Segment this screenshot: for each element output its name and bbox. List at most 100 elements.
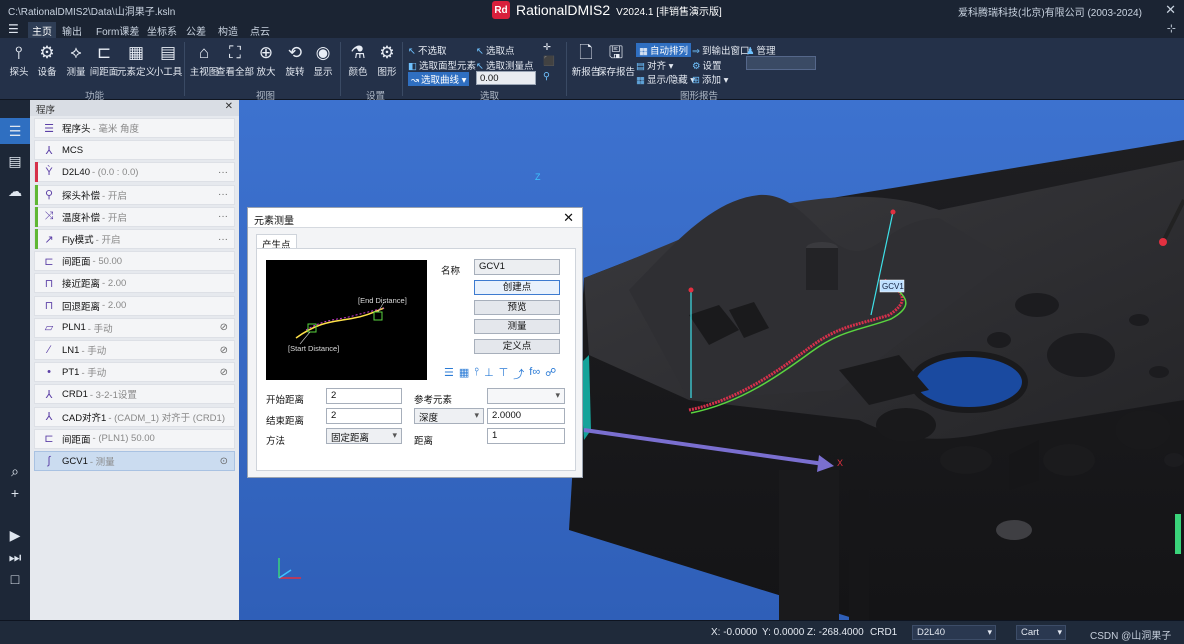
- program-item-icon: ⚲: [44, 189, 54, 202]
- program-item-icon: ⊓: [44, 300, 54, 313]
- program-item[interactable]: ⅄ CAD对齐1- (CADM_1) 对齐于 (CRD1): [34, 406, 235, 427]
- tab-coord[interactable]: 坐标系: [143, 22, 181, 39]
- tools-button[interactable]: ▤ 小工具: [154, 42, 183, 78]
- manage-item[interactable]: ♟ 管理: [746, 43, 776, 57]
- fit-all-icon: ⛶: [229, 43, 241, 62]
- report-settings-item[interactable]: ⚙ 设置: [692, 58, 722, 72]
- program-item-more-icon[interactable]: ⊘: [220, 345, 228, 356]
- sample-icon[interactable]: ☍: [545, 366, 556, 382]
- program-item-desc: - 50.00: [92, 255, 123, 267]
- close-icon[interactable]: ✕: [225, 101, 233, 112]
- clearance-plane-button[interactable]: ⊏ 间距面: [90, 42, 119, 78]
- program-item-more-icon[interactable]: ⊘: [220, 367, 228, 378]
- program-item[interactable]: ↗ Fly模式 - 开启 ···: [34, 229, 235, 249]
- show-hide-item[interactable]: ▦ 显示/隐藏 ▾: [636, 72, 695, 86]
- select-surface-item[interactable]: ◧ 选取面型元素: [408, 58, 476, 72]
- home-view-button[interactable]: ⌂ 主视图: [190, 42, 219, 78]
- tab-home[interactable]: 主页: [28, 22, 56, 39]
- reference-select[interactable]: [487, 388, 565, 404]
- program-item-desc: - (CADM_1) 对齐于 (CRD1): [108, 412, 225, 424]
- depth-field[interactable]: 2.0000: [487, 408, 565, 424]
- auto-arrange-item[interactable]: ▦ 自动排列: [636, 43, 691, 57]
- save-report-button[interactable]: 🖫 保存报告: [597, 42, 635, 78]
- program-item[interactable]: ∫ GCV1- 测量 ⊙: [34, 451, 235, 471]
- probe-select[interactable]: D2L40: [912, 625, 996, 640]
- program-item-more-icon[interactable]: ⊙: [220, 456, 228, 467]
- depth-select[interactable]: 深度: [414, 408, 484, 424]
- distance-field[interactable]: 1: [487, 428, 565, 444]
- program-item[interactable]: • PT1- 手动 ⊘: [34, 362, 235, 383]
- end-distance-field[interactable]: 2: [326, 408, 402, 424]
- select-curve-item[interactable]: ↝ 选取曲线 ▾: [408, 72, 470, 86]
- add-item[interactable]: ⊞ 添加 ▾: [692, 72, 728, 86]
- approach-icon[interactable]: ⊤: [499, 366, 509, 382]
- program-item-more-icon[interactable]: ⊘: [220, 322, 228, 333]
- coord-system-select[interactable]: Cart: [1016, 625, 1066, 640]
- program-item[interactable]: ☰ 程序头 - 毫米 角度: [34, 118, 235, 138]
- program-item-more-icon[interactable]: ···: [218, 189, 228, 200]
- window-close-icon[interactable]: ✕: [1165, 2, 1176, 18]
- filter-icon[interactable]: ⚲: [543, 71, 550, 82]
- snap-icon[interactable]: ✛: [543, 42, 551, 53]
- measure-button[interactable]: 测量: [474, 319, 560, 334]
- tab-form[interactable]: Form课差: [92, 22, 143, 39]
- probe-icon[interactable]: ⫯: [474, 366, 479, 382]
- name-label: 名称: [441, 266, 461, 277]
- stop-icon[interactable]: □: [0, 566, 30, 592]
- report-dropdown[interactable]: [746, 56, 816, 70]
- program-item[interactable]: ▱ PLN1- 手动 ⊘: [34, 317, 235, 338]
- program-item[interactable]: ⊏ 间距面 - (PLN1) 50.00: [34, 428, 235, 449]
- to-output-item[interactable]: ⇒ 到输出窗口: [692, 43, 749, 57]
- program-item[interactable]: ⊓ 回退距离 - 2.00: [34, 295, 235, 316]
- program-item[interactable]: Ỳ D2L40- (0.0 : 0.0) ···: [34, 162, 235, 183]
- app-menu-icon[interactable]: ☰: [8, 22, 19, 36]
- create-points-button[interactable]: 创建点: [474, 280, 560, 295]
- program-item-more-icon[interactable]: ···: [218, 234, 228, 245]
- layout-icon[interactable]: ⊹: [1167, 22, 1176, 35]
- point-icon[interactable]: ⊥: [484, 366, 494, 382]
- program-item[interactable]: ⅄ MCS: [34, 140, 235, 161]
- add-icon[interactable]: +: [0, 480, 30, 506]
- function-icon[interactable]: f∞: [529, 366, 540, 382]
- boss-feature: [996, 520, 1032, 540]
- start-distance-field[interactable]: 2: [326, 388, 402, 404]
- select-none-item[interactable]: ↖ 不选取: [408, 43, 446, 57]
- preview-button[interactable]: 预览: [474, 300, 560, 315]
- program-item[interactable]: ∕ LN1- 手动 ⊘: [34, 340, 235, 360]
- graphics-button[interactable]: ⚙ 图形: [373, 42, 401, 78]
- tab-construct[interactable]: 构造: [214, 22, 242, 39]
- program-item[interactable]: ⤨ 温度补偿 - 开启 ···: [34, 206, 235, 227]
- scroll-indicator[interactable]: [1175, 514, 1181, 554]
- tab-output[interactable]: 输出: [58, 22, 86, 39]
- name-field[interactable]: GCV1: [474, 259, 560, 275]
- program-tree-icon[interactable]: ☰: [0, 118, 30, 144]
- align-item[interactable]: ▤ 对齐 ▾: [636, 58, 673, 72]
- view-all-button[interactable]: ⛶ 查看全部: [216, 42, 254, 78]
- cloud-icon[interactable]: ☁: [0, 178, 30, 204]
- define-points-button[interactable]: 定义点: [474, 339, 560, 354]
- program-item-more-icon[interactable]: ···: [218, 167, 228, 178]
- tab-pointcloud[interactable]: 点云: [246, 22, 274, 39]
- reference-label: 参考元素: [414, 395, 453, 406]
- program-item[interactable]: ⚲ 探头补偿 - 开启 ···: [34, 184, 235, 205]
- tab-tolerance[interactable]: 公差: [182, 22, 210, 39]
- list-icon[interactable]: ☰: [444, 366, 454, 382]
- select-point-item[interactable]: ↖ 选取点: [476, 43, 514, 57]
- hole-feature: [1164, 453, 1184, 467]
- cube-icon[interactable]: ⬛: [543, 56, 555, 67]
- probe-path-icon[interactable]: ⤴: [513, 366, 524, 382]
- feature-define-button[interactable]: ▦ 元素定义: [117, 42, 155, 78]
- display-button[interactable]: ◉ 显示: [309, 42, 337, 78]
- select-measured-point-item[interactable]: ↖ 选取测量点: [476, 58, 533, 72]
- hole-feature: [1115, 410, 1171, 450]
- method-select[interactable]: 固定距离: [326, 428, 402, 444]
- table-icon[interactable]: ▦: [459, 366, 469, 382]
- select-value-input[interactable]: 0.00: [476, 71, 536, 85]
- program-item[interactable]: ⅄ CRD1- 3-2-1设置: [34, 384, 235, 405]
- program-item-more-icon[interactable]: ···: [218, 211, 228, 222]
- program-item[interactable]: ⊓ 接近距离 - 2.00: [34, 273, 235, 294]
- dialog-close-icon[interactable]: ✕: [563, 210, 574, 226]
- feature-list-icon[interactable]: ▤: [0, 148, 30, 174]
- hole-feature: [1149, 366, 1169, 378]
- program-item[interactable]: ⊏ 间距面 - 50.00: [34, 251, 235, 272]
